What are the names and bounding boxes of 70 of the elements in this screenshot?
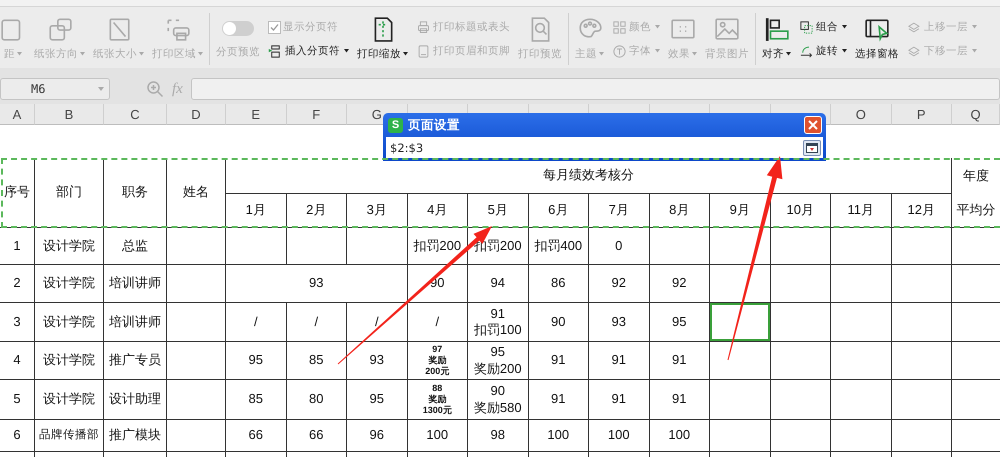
- table-cell: 1: [0, 228, 35, 265]
- checkbox-label: 显示分页符: [283, 20, 338, 34]
- table-header-cell: 12月: [892, 194, 952, 228]
- table-cell: 总监: [104, 228, 167, 265]
- table-cell: 66: [286, 420, 347, 452]
- table-cell: 推广专员: [104, 342, 167, 380]
- table-cell: 100: [589, 420, 650, 452]
- app-badge: S: [388, 118, 403, 132]
- table-cell: 91 扣罚100: [468, 303, 528, 342]
- table-cell: 92: [589, 265, 650, 303]
- table-cell: 4: [0, 342, 35, 380]
- table-cell: 5: [0, 380, 35, 420]
- table-cell: 95: [347, 380, 408, 420]
- table-cell: /: [226, 303, 286, 342]
- table-cell: /: [408, 303, 468, 342]
- table-cell: 培训讲师: [104, 265, 167, 303]
- table-cell: 2: [0, 265, 35, 303]
- table-header-cell: 姓名: [167, 158, 226, 228]
- table-cell: 97 奖励 200元: [408, 342, 468, 380]
- toggle-label: 分页预览: [216, 45, 260, 59]
- table-cell: 93: [226, 265, 408, 303]
- table-cell: /: [286, 303, 347, 342]
- table-cell: 100: [650, 420, 710, 452]
- table-header-cell: 8月: [650, 194, 710, 228]
- table-cell: 3: [0, 303, 35, 342]
- table-header-cell: 6月: [528, 194, 589, 228]
- table-header-cell: 部门: [35, 158, 104, 228]
- table-cell: 90 奖励580: [468, 380, 528, 420]
- table-cell: 96: [347, 420, 408, 452]
- table-cell: 设计学院: [35, 380, 104, 420]
- table-cell: 93: [589, 303, 650, 342]
- table-cell: 品牌传播部: [35, 420, 104, 452]
- table-cell: 95 奖励200: [468, 342, 528, 380]
- table-cell: 设计学院: [35, 303, 104, 342]
- table-header-cell: 1月: [226, 194, 286, 228]
- table-cell: 扣罚400: [528, 228, 589, 265]
- table-header-cell: 序号: [0, 158, 35, 228]
- table-cell: 95: [650, 303, 710, 342]
- table-header-cell-text: 年度: [962, 166, 990, 185]
- table-cell: 91: [650, 342, 710, 380]
- table-cell: 100: [408, 420, 468, 452]
- table-cell: 94: [468, 265, 528, 303]
- table-cell: 91: [528, 342, 589, 380]
- table-cell: 91: [528, 380, 589, 420]
- table-cell: 80: [286, 380, 347, 420]
- table-cell: 86: [528, 265, 589, 303]
- table-cell: 设计学院: [35, 265, 104, 303]
- table-cell: 91: [589, 342, 650, 380]
- table-cell: 90: [528, 303, 589, 342]
- table-cell: 98: [468, 420, 528, 452]
- table-cell: 92: [650, 265, 710, 303]
- table-cell: 培训讲师: [104, 303, 167, 342]
- table-cell: 推广模块: [104, 420, 167, 452]
- dialog-title: 页面设置: [408, 116, 460, 134]
- table-cell: 91: [589, 380, 650, 420]
- table-cell: 设计学院: [35, 228, 104, 265]
- table-cell: 100: [528, 420, 589, 452]
- table-cell: 设计助理: [104, 380, 167, 420]
- table-cell: 95: [226, 342, 286, 380]
- table-header-cell: 11月: [831, 194, 892, 228]
- table-cell: 设计学院: [35, 342, 104, 380]
- table-cell: 6: [0, 420, 35, 452]
- table-cell: 91: [650, 380, 710, 420]
- table-cell: 85: [226, 380, 286, 420]
- table-cell: 0: [589, 228, 650, 265]
- table-header-cell: 平均分: [952, 194, 1000, 228]
- table-cell: 66: [226, 420, 286, 452]
- table-cell: 88 奖励 1300元: [408, 380, 468, 420]
- table-header-cell: 职务: [104, 158, 167, 228]
- table-header-cell: 7月: [589, 194, 650, 228]
